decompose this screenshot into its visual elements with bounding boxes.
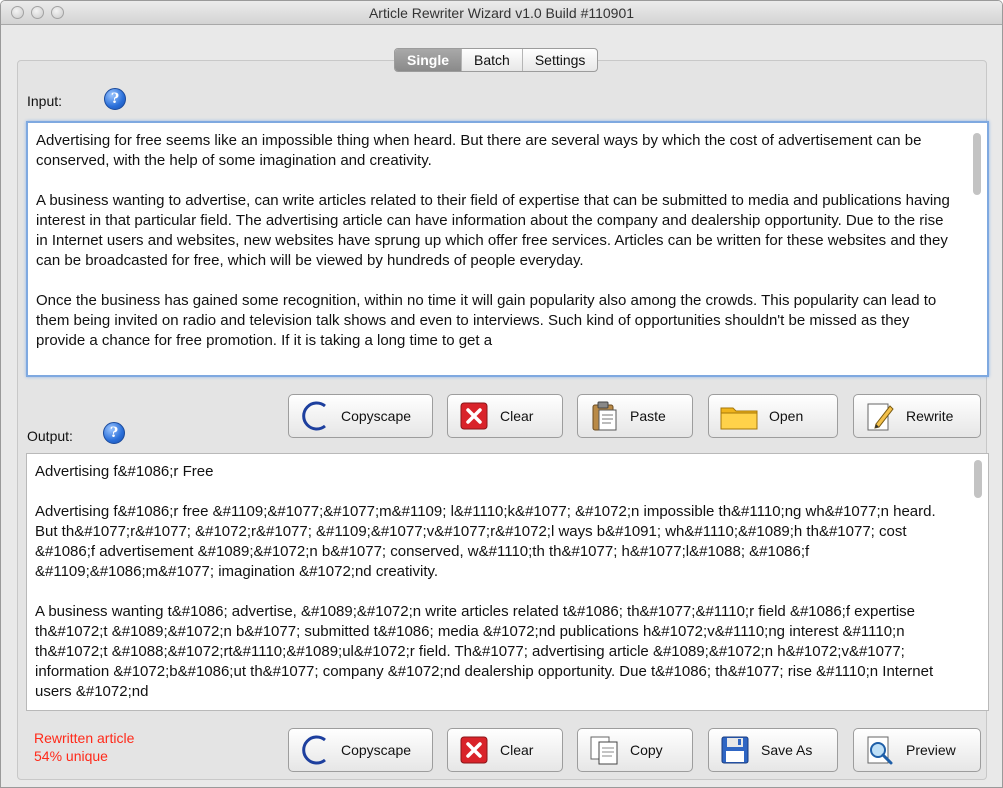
- input-paragraph: Once the business has gained some recogn…: [36, 292, 937, 349]
- output-textarea[interactable]: Advertising f&#1086;r Free Advertising f…: [26, 453, 989, 711]
- input-copyscape-button[interactable]: Copyscape: [288, 394, 433, 438]
- button-label: Clear: [500, 408, 534, 424]
- tab-settings[interactable]: Settings: [523, 49, 598, 71]
- button-label: Preview: [906, 742, 956, 758]
- input-help-icon[interactable]: ?: [104, 88, 126, 110]
- preview-magnifier-icon: [864, 734, 896, 766]
- button-label: Copyscape: [341, 408, 412, 424]
- tab-bar: Single Batch Settings: [394, 48, 599, 72]
- button-label: Open: [769, 408, 804, 424]
- open-button[interactable]: Open: [708, 394, 838, 438]
- app-window: Article Rewriter Wizard v1.0 Build #1109…: [0, 0, 1003, 788]
- preview-button[interactable]: Preview: [853, 728, 981, 772]
- status-uniqueness: 54% unique: [34, 748, 108, 764]
- rewrite-icon: [864, 400, 896, 432]
- window-title: Article Rewriter Wizard v1.0 Build #1109…: [368, 5, 635, 21]
- copy-icon: [588, 734, 620, 766]
- button-label: Paste: [630, 408, 666, 424]
- input-scrollbar[interactable]: [973, 133, 981, 195]
- copy-button[interactable]: Copy: [577, 728, 693, 772]
- rewrite-button[interactable]: Rewrite: [853, 394, 981, 438]
- status-line-1: Rewritten article: [34, 730, 135, 746]
- input-textarea[interactable]: Advertising for free seems like an impos…: [26, 121, 989, 377]
- button-label: Copy: [630, 742, 663, 758]
- title-bar: Article Rewriter Wizard v1.0 Build #1109…: [1, 1, 1002, 25]
- button-label: Copyscape: [341, 742, 412, 758]
- save-as-button[interactable]: Save As: [708, 728, 838, 772]
- tab-batch[interactable]: Batch: [462, 49, 523, 71]
- rewrite-status: Rewritten article 54% unique: [34, 729, 134, 765]
- output-label: Output:: [27, 428, 73, 444]
- input-paragraph: Advertising for free seems like an impos…: [36, 132, 922, 169]
- button-label: Save As: [761, 742, 813, 758]
- output-help-icon[interactable]: ?: [103, 422, 125, 444]
- tab-single[interactable]: Single: [395, 49, 463, 71]
- button-label: Rewrite: [906, 408, 954, 424]
- paste-button[interactable]: Paste: [577, 394, 693, 438]
- output-copyscape-button[interactable]: Copyscape: [288, 728, 433, 772]
- output-paragraph: Advertising f&#1086;r free &#1109;&#1077…: [35, 503, 936, 580]
- output-paragraph: Advertising f&#1086;r Free: [35, 463, 214, 480]
- input-clear-button[interactable]: Clear: [447, 394, 563, 438]
- output-clear-button[interactable]: Clear: [447, 728, 563, 772]
- button-label: Clear: [500, 742, 534, 758]
- copyscape-icon: [299, 400, 331, 432]
- floppy-disk-icon: [719, 734, 751, 766]
- output-paragraph: A business wanting t&#1086; advertise, &…: [35, 603, 934, 700]
- output-scrollbar[interactable]: [974, 460, 982, 498]
- paste-icon: [588, 400, 620, 432]
- clear-icon: [458, 400, 490, 432]
- input-paragraph: A business wanting to advertise, can wri…: [36, 192, 950, 269]
- input-label: Input:: [27, 93, 63, 109]
- clear-icon: [458, 734, 490, 766]
- copyscape-icon: [299, 734, 331, 766]
- folder-icon: [719, 400, 759, 432]
